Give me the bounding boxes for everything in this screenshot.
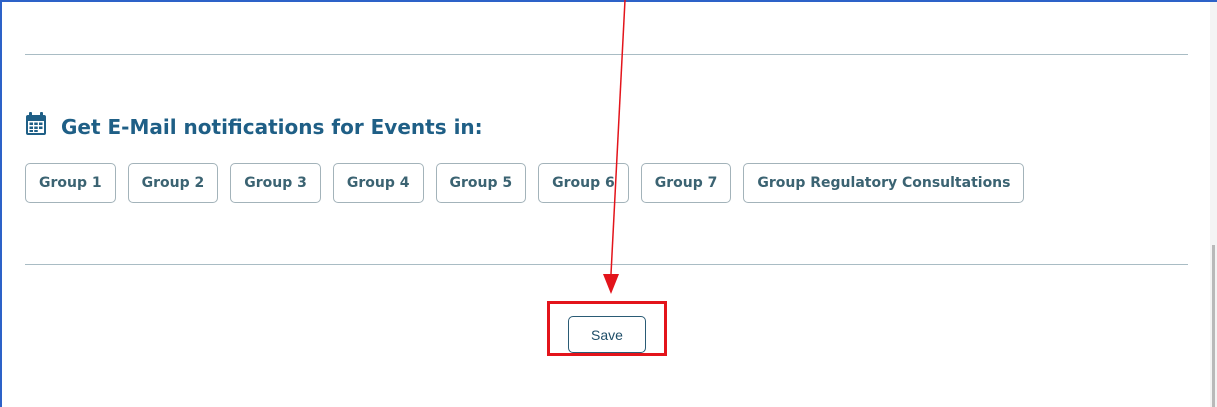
group-3-button[interactable]: Group 3	[230, 163, 321, 203]
group-4-button[interactable]: Group 4	[332, 163, 424, 203]
divider-top	[25, 54, 1188, 55]
group-regulatory-consultations-button[interactable]: Group Regulatory Consultations	[743, 163, 1025, 203]
group-6-button[interactable]: Group 6	[538, 163, 629, 203]
group-1-button[interactable]: Group 1	[25, 163, 116, 203]
group-5-button[interactable]: Group 5	[435, 163, 527, 203]
notifications-heading: Get E-Mail notifications for Events in:	[25, 107, 483, 147]
calendar-icon	[25, 112, 47, 136]
group-7-button[interactable]: Group 7	[640, 163, 732, 203]
group-2-button[interactable]: Group 2	[127, 163, 219, 203]
notifications-heading-text: Get E-Mail notifications for Events in:	[61, 115, 483, 139]
save-button[interactable]: Save	[568, 316, 646, 353]
scrollbar-thumb[interactable]	[1212, 245, 1215, 407]
group-toggle-list: Group 1 Group 2 Group 3 Group 4 Group 5 …	[25, 163, 1025, 203]
divider-bottom	[25, 264, 1188, 265]
